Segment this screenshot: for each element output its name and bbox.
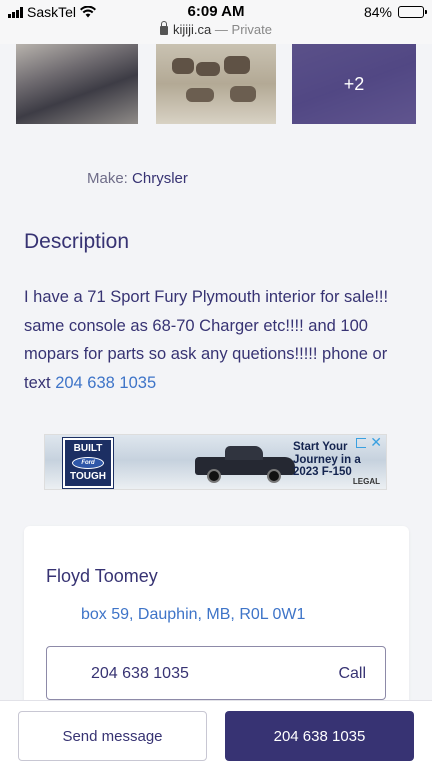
ad-headline-line-1: Start Your	[293, 441, 348, 453]
advertisement-banner[interactable]: BUILT Ford TOUGH Start Your Journey in a…	[44, 434, 387, 490]
truck-image	[195, 443, 295, 483]
description-phone-link[interactable]: 204 638 1035	[55, 374, 156, 392]
badge-bottom: TOUGH	[70, 471, 106, 482]
battery-percent: 84%	[363, 4, 392, 20]
send-message-button[interactable]: Send message	[18, 711, 207, 761]
phone-button[interactable]: 204 638 1035	[225, 711, 414, 761]
call-link[interactable]: Call	[338, 665, 366, 683]
description-heading: Description	[24, 230, 130, 253]
make-detail: Make: Chrysler	[87, 170, 188, 187]
ford-oval-logo: Ford	[72, 457, 104, 469]
bottom-action-bar: Send message 204 638 1035	[0, 700, 432, 768]
seller-address-link[interactable]: box 59, Dauphin, MB, R0L 0W1	[81, 606, 305, 624]
ad-headline-line-2: Journey in a	[293, 453, 361, 466]
seller-phone-number: 204 638 1035	[91, 665, 189, 682]
gallery-more-thumbnail[interactable]: +2	[292, 44, 416, 124]
private-mode-label: Private	[231, 22, 272, 37]
url-domain: kijiji.ca	[172, 22, 212, 37]
badge-top: BUILT	[73, 443, 103, 454]
url-separator: —	[214, 22, 228, 37]
ad-headline: Start Your Journey in a 2023 F-150	[293, 441, 361, 479]
lock-icon	[159, 21, 168, 35]
gallery-thumbnail[interactable]	[156, 44, 276, 124]
photo-gallery: +2	[0, 44, 432, 124]
description-text: I have a 71 Sport Fury Plymouth interior…	[24, 283, 410, 397]
ad-close-icon[interactable]: ✕	[370, 435, 382, 451]
built-ford-tough-logo: BUILT Ford TOUGH	[62, 437, 114, 489]
gallery-thumbnail[interactable]	[16, 44, 138, 124]
ad-legal-label: LEGAL	[352, 477, 380, 486]
battery-info: 84%	[363, 4, 427, 20]
battery-icon	[398, 6, 427, 18]
address-bar[interactable]: kijiji.ca — Private	[0, 21, 432, 44]
more-photos-count: +2	[292, 44, 416, 124]
status-bar: SaskTel 6:09 AM 84%	[0, 0, 432, 24]
adchoices-icon[interactable]	[356, 438, 366, 448]
seller-name[interactable]: Floyd Toomey	[46, 566, 158, 587]
make-label: Make:	[87, 170, 128, 187]
ad-headline-line-3: 2023 F-150	[293, 466, 352, 478]
make-value: Chrysler	[132, 170, 188, 187]
phone-call-row[interactable]: 204 638 1035 Call	[46, 646, 386, 700]
